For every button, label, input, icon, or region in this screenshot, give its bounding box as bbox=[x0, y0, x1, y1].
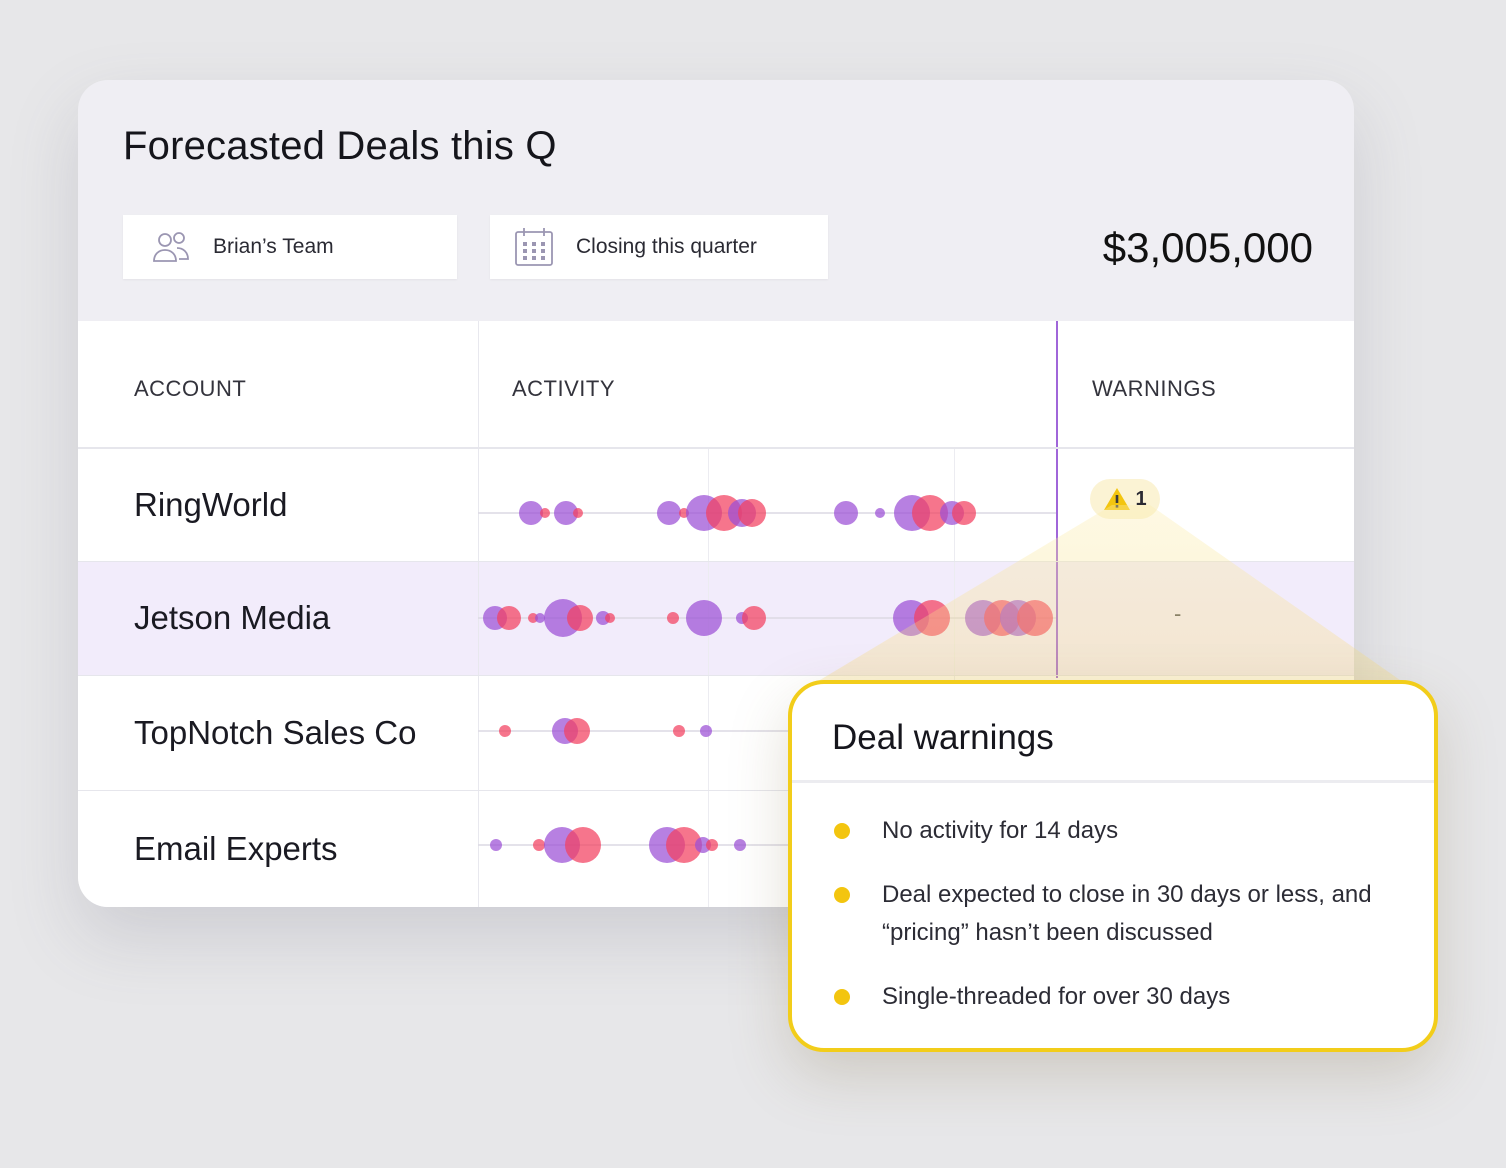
warning-count: 1 bbox=[1135, 487, 1147, 510]
bullet-dot bbox=[834, 823, 850, 839]
deal-warnings-popup: Deal warnings No activity for 14 days De… bbox=[788, 680, 1438, 1052]
activity-bubble bbox=[519, 501, 543, 525]
activity-bubble bbox=[605, 613, 615, 623]
activity-bubble bbox=[914, 600, 950, 636]
bullet-dot bbox=[834, 989, 850, 1005]
activity-bubble bbox=[657, 501, 681, 525]
warning-item: Deal expected to close in 30 days or les… bbox=[830, 876, 1390, 952]
activity-bubble bbox=[497, 606, 521, 630]
activity-bubble bbox=[1017, 600, 1053, 636]
activity-bubble bbox=[535, 613, 545, 623]
activity-bubble bbox=[734, 839, 746, 851]
activity-bubble bbox=[533, 839, 545, 851]
calendar-icon bbox=[514, 227, 554, 267]
no-warning-dash: - bbox=[1174, 601, 1182, 626]
activity-bubble bbox=[742, 606, 766, 630]
forecast-total: $3,005,000 bbox=[1102, 224, 1313, 271]
activity-bubble bbox=[667, 612, 679, 624]
team-filter[interactable]: Brian’s Team bbox=[123, 215, 457, 279]
activity-bubble bbox=[738, 499, 766, 527]
activity-bubble bbox=[540, 508, 550, 518]
warning-badge[interactable]: 1 bbox=[1090, 479, 1160, 519]
warning-text: No activity for 14 days bbox=[882, 817, 1119, 844]
activity-bubble bbox=[952, 501, 976, 525]
team-filter-label: Brian’s Team bbox=[213, 235, 334, 258]
warning-text: Deal expected to close in 30 days or les… bbox=[882, 881, 1372, 946]
activity-bubble bbox=[834, 501, 858, 525]
activity-bubble bbox=[499, 725, 511, 737]
activity-bubble bbox=[490, 839, 502, 851]
activity-bubble bbox=[706, 839, 718, 851]
warning-triangle-icon bbox=[1104, 488, 1131, 510]
activity-bubble bbox=[673, 725, 685, 737]
activity-bubble bbox=[567, 605, 593, 631]
warning-item: Single-threaded for over 30 days bbox=[830, 978, 1390, 1016]
activity-bubble bbox=[573, 508, 583, 518]
activity-bubble bbox=[565, 827, 601, 863]
bullet-dot bbox=[834, 887, 850, 903]
card-title: Forecasted Deals this Q bbox=[123, 124, 557, 168]
activity-bubble bbox=[564, 718, 590, 744]
popup-title: Deal warnings bbox=[832, 718, 1054, 757]
activity-bubble bbox=[700, 725, 712, 737]
activity-bubble bbox=[875, 508, 885, 518]
people-icon bbox=[151, 227, 191, 267]
popup-divider bbox=[792, 780, 1434, 783]
warning-text: Single-threaded for over 30 days bbox=[882, 983, 1231, 1010]
period-filter[interactable]: Closing this quarter bbox=[490, 215, 828, 279]
period-filter-label: Closing this quarter bbox=[576, 235, 757, 258]
activity-bubble bbox=[686, 600, 722, 636]
warning-item: No activity for 14 days bbox=[830, 812, 1390, 850]
warnings-list: No activity for 14 days Deal expected to… bbox=[830, 812, 1390, 1042]
